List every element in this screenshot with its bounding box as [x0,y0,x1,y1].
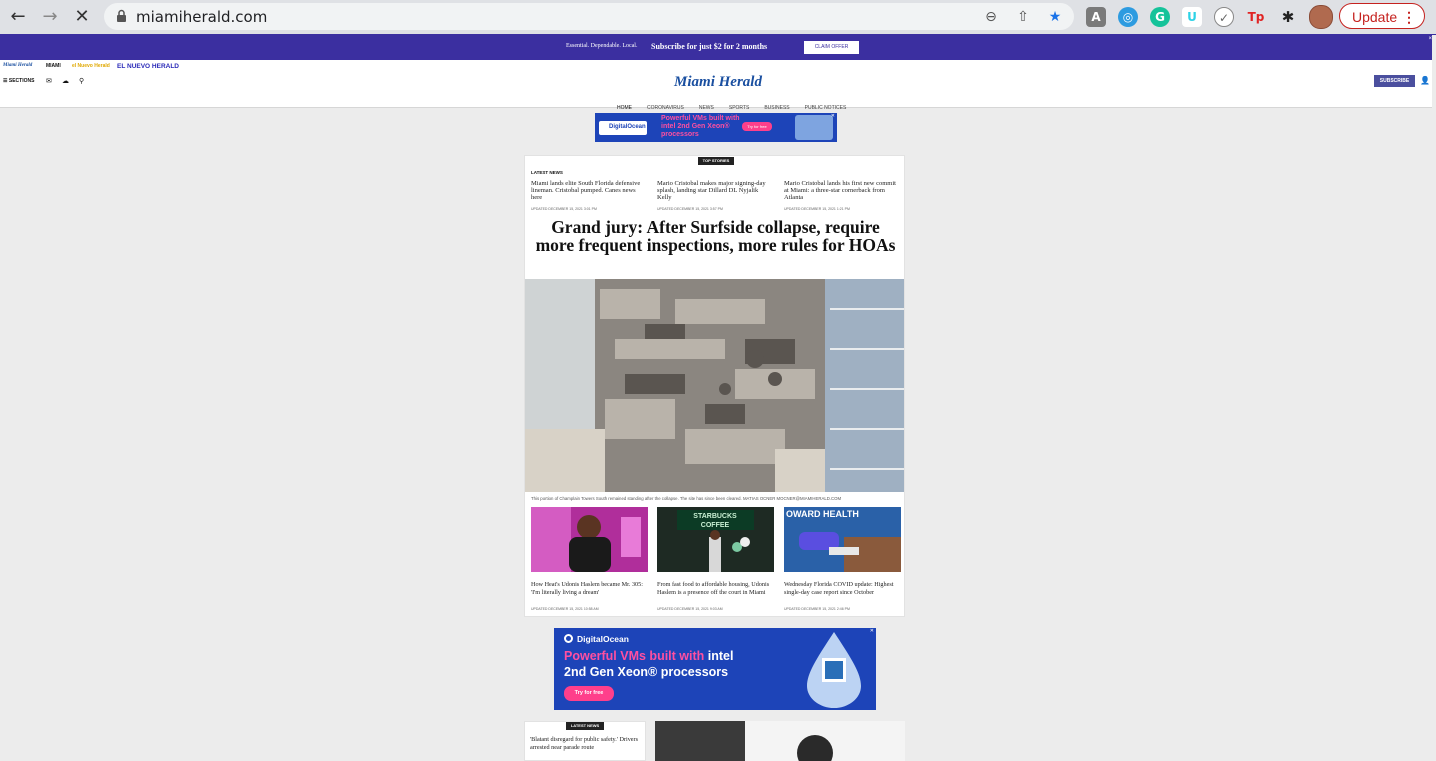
story-headline[interactable]: Wednesday Florida COVID update: Highest … [784,581,901,596]
latest-headline[interactable]: Mario Cristobal lands his first new comm… [784,180,899,201]
feature-image[interactable] [655,721,905,761]
latest-news-label: LATEST NEWS [531,170,563,175]
extension-tp-icon[interactable]: Tp [1246,7,1266,27]
url-text[interactable]: miamiherald.com [136,8,267,26]
latest-timestamp: UPDATED DECEMBER 15, 2021 1:21 PM [784,207,850,211]
section-nav: HOME CORONAVIRUS NEWS SPORTS BUSINESS PUBLIC … [614,96,858,114]
ad-headline-line1: Powerful VMs built with intel [564,649,734,663]
latest-item[interactable]: Mario Cristobal lands his first new comm… [784,180,899,211]
sister-el-nuevo-herald[interactable]: EL NUEVO HERALD [117,63,179,70]
extensions-puzzle-icon[interactable]: ✱ [1278,7,1298,27]
subscribe-promo-banner: Essential. Dependable. Local. Subscribe … [0,34,1436,60]
story-timestamp: UPDATED DECEMBER 15, 2021 2:46 PM [784,607,850,611]
story-item[interactable]: How Heat's Udonis Haslem became Mr. 305:… [531,581,648,611]
search-icon[interactable]: ⚲ [79,77,84,85]
latest-item[interactable]: Mario Cristobal makes major signing-day … [657,180,772,211]
page-scrollbar[interactable] [1432,35,1436,748]
site-masthead: ☰ SECTIONS ✉ ☁ ⚲ Miami Herald HOME CORONA… [0,72,1436,114]
story-thumbnail[interactable]: STARBUCKS COFFEE [657,507,774,572]
story-timestamp: UPDATED DECEMBER 15, 2021 10:58 AM [531,607,599,611]
latest-headline[interactable]: Miami lands elite South Florida defensiv… [531,180,646,201]
browser-toolbar: ← → ✕ miamiherald.com ⊖ ⇧ ★ A ◎ G U ✓ Tp… [0,0,1436,34]
latest-timestamp: UPDATED DECEMBER 15, 2021 3:57 PM [657,207,723,211]
ad-banner-bottom[interactable]: DigitalOcean Powerful VMs built with int… [554,628,876,710]
sister-sites-bar: Miami Herald MIAMI el Nuevo Herald EL NU… [0,60,1436,72]
latest-headline[interactable]: Mario Cristobal makes major signing-day … [657,180,772,201]
back-icon[interactable]: ← [6,5,30,29]
promo-offer: Subscribe for just $2 for 2 months [651,42,768,51]
site-logo[interactable]: Miami Herald [668,74,768,91]
ad-product-image [797,628,871,710]
grammarly-icon[interactable]: G [1150,7,1170,27]
bookmark-star-icon[interactable]: ★ [1045,7,1065,27]
forward-icon[interactable]: → [38,5,62,29]
ad-banner-top[interactable]: DigitalOcean Powerful VMs built with int… [595,113,837,142]
sister-el-nuevo[interactable]: el Nuevo Herald [72,63,110,69]
story-headline[interactable]: How Heat's Udonis Haslem became Mr. 305:… [531,581,648,596]
nav-business[interactable]: BUSINESS [761,105,792,113]
sister-miami[interactable]: MIAMI [46,63,61,69]
update-button[interactable]: Update ⋮ [1339,3,1425,29]
extension-a-icon[interactable]: A [1086,7,1106,27]
menu-dots-icon[interactable]: ⋮ [1402,4,1416,30]
story-item[interactable]: From fast food to affordable housing, Ud… [657,581,774,611]
hero-caption: This portion of Champlain Towers South r… [531,496,842,501]
sections-menu[interactable]: ☰ SECTIONS [3,78,34,84]
promo-tagline: Essential. Dependable. Local. [566,43,638,49]
latest-news-card: LATEST NEWS 'Blatant disregard for publi… [524,721,646,761]
sister-miami-herald[interactable]: Miami Herald [3,63,32,68]
story-headline[interactable]: From fast food to affordable housing, Ud… [657,581,774,596]
ad-headline-line2: 2nd Gen Xeon® processors [564,665,729,679]
update-label: Update [1352,9,1398,25]
subscribe-button[interactable]: SUBSCRIBE [1374,75,1415,87]
zoom-icon[interactable]: ⊖ [981,7,1001,27]
weather-icon[interactable]: ☁ [62,77,69,85]
ad-close-icon[interactable]: ✕ [831,113,835,119]
top-stories-badge: TOP STORIES [698,157,734,165]
hero-image[interactable] [525,279,904,492]
story-thumbnail[interactable] [531,507,648,572]
ad-headline: Powerful VMs built with intel 2nd Gen Xe… [661,115,740,138]
story-item[interactable]: Wednesday Florida COVID update: Highest … [784,581,901,611]
ad-brand-logo: DigitalOcean [564,634,629,644]
nav-public-notices[interactable]: PUBLIC NOTICES [802,105,850,113]
latest-item[interactable]: Miami lands elite South Florida defensiv… [531,180,646,211]
extension-circle-icon[interactable]: ◎ [1118,7,1138,27]
ad-product-image [795,115,833,140]
address-bar[interactable]: miamiherald.com ⊖ ⇧ ★ [104,3,1074,30]
top-stories-card: TOP STORIES LATEST NEWS Miami lands elit… [524,155,905,617]
latest-timestamp: UPDATED DECEMBER 15, 2021 3:01 PM [531,207,597,211]
story-timestamp: UPDATED DECEMBER 15, 2021 9:03 AM [657,607,723,611]
ad-brand-logo: DigitalOcean [599,121,647,135]
ad-cta-button[interactable]: Try for free [564,686,614,701]
mail-icon[interactable]: ✉ [46,77,52,85]
claim-offer-button[interactable]: CLAIM OFFER [804,41,859,54]
svg-text:COFFEE: COFFEE [701,522,730,529]
extension-u-icon[interactable]: U [1182,7,1202,27]
hero-headline[interactable]: Grand jury: After Surfside collapse, req… [535,218,896,254]
latest-headline[interactable]: 'Blatant disregard for public safety.' D… [530,736,642,751]
nav-coronavirus[interactable]: CORONAVIRUS [644,105,687,113]
story-thumbnail[interactable]: OWARD HEALTH [784,507,901,572]
svg-text:STARBUCKS: STARBUCKS [693,513,737,520]
nav-sports[interactable]: SPORTS [726,105,752,113]
latest-news-badge: LATEST NEWS [566,722,604,730]
profile-avatar[interactable] [1309,5,1333,29]
nav-news[interactable]: NEWS [696,105,717,113]
sections-label: SECTIONS [8,78,35,84]
stop-loading-icon[interactable]: ✕ [70,5,94,29]
ad-close-icon[interactable]: ✕ [870,628,874,634]
share-icon[interactable]: ⇧ [1013,7,1033,27]
svg-text:OWARD HEALTH: OWARD HEALTH [786,509,859,519]
shield-check-icon[interactable]: ✓ [1214,7,1234,27]
lock-icon [117,9,126,22]
user-account-icon[interactable]: 👤 [1420,76,1430,85]
ad-cta-button[interactable]: Try for free [742,122,772,131]
